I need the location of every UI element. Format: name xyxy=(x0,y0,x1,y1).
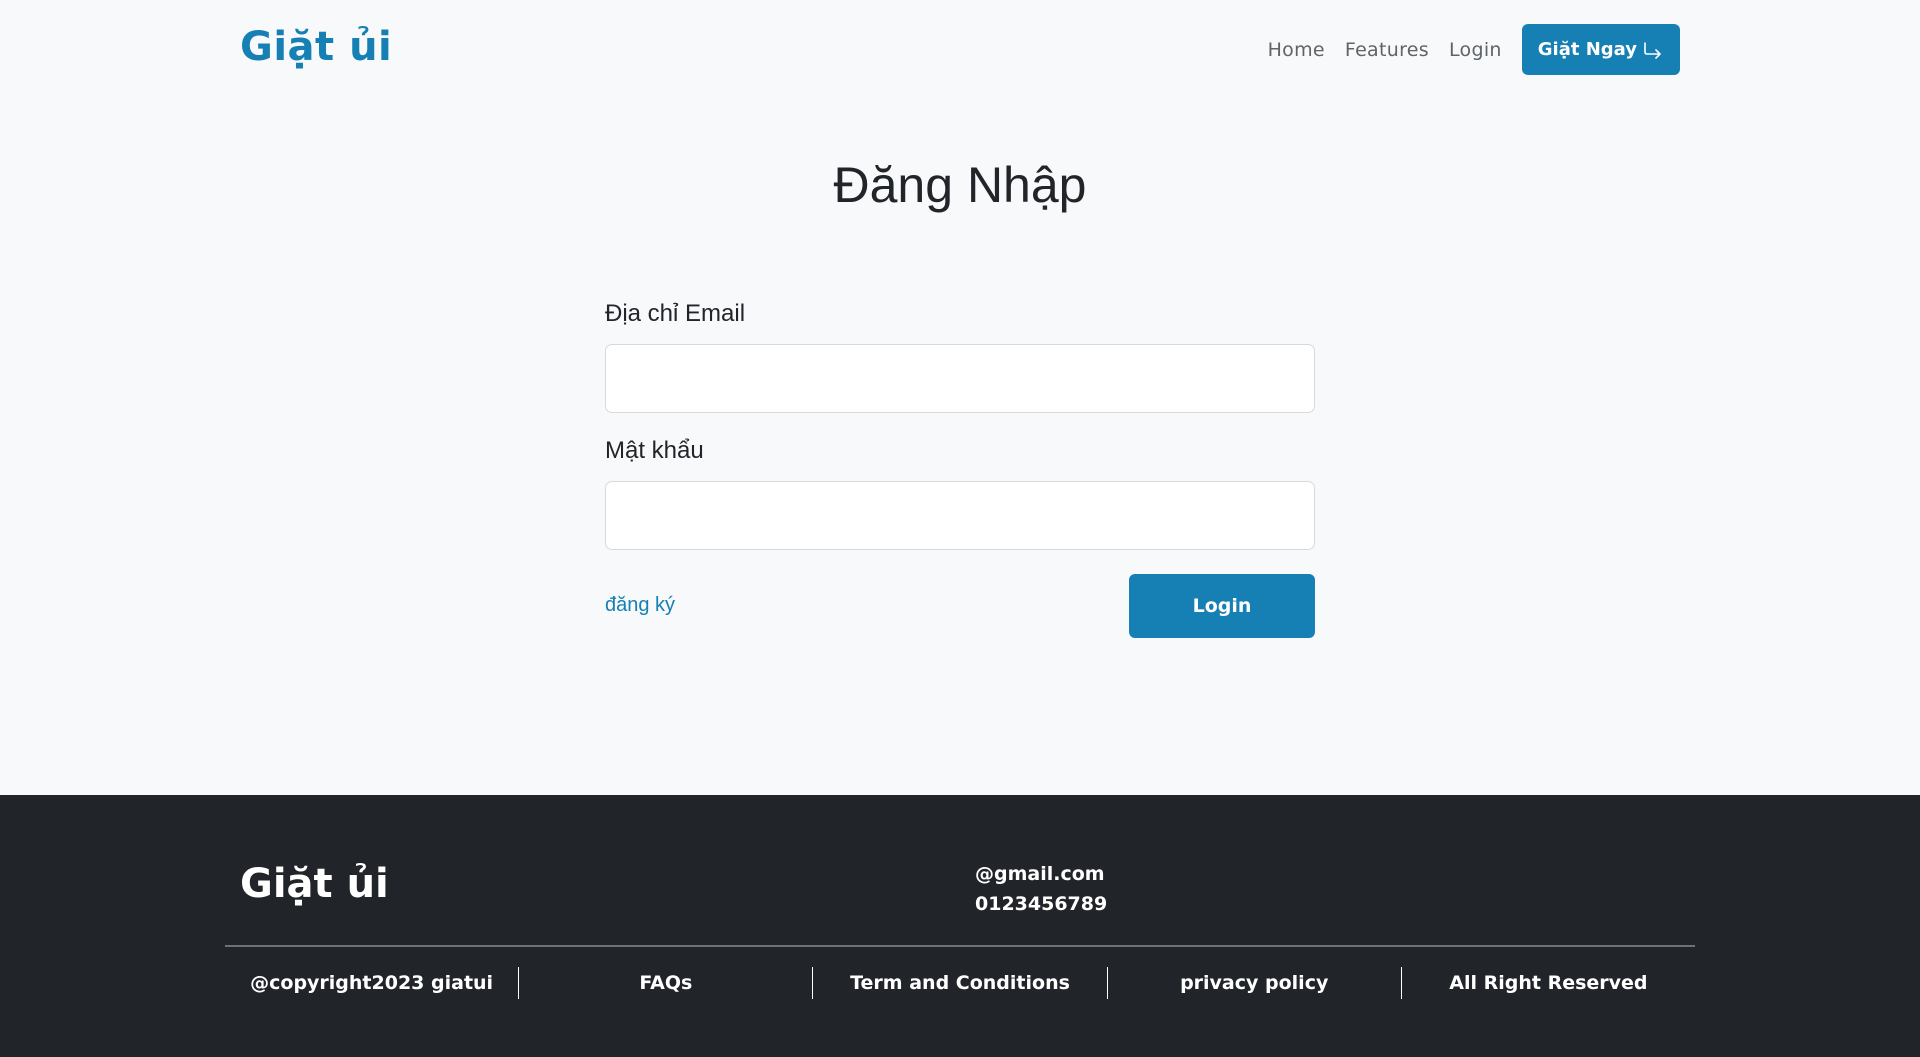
login-form: Địa chỉ Email Mật khẩu đăng ký Login xyxy=(605,300,1315,638)
arrow-return-right-icon xyxy=(1644,41,1661,59)
giat-ngay-label: Giặt Ngay xyxy=(1537,39,1637,60)
email-label: Địa chỉ Email xyxy=(605,300,746,327)
giat-ngay-button[interactable]: Giặt Ngay xyxy=(1521,24,1680,75)
navbar: Giặt ủi Home Features Login Giặt Ngay xyxy=(0,0,1920,102)
footer-brand: Giặt ủi xyxy=(240,861,389,907)
contact-phone: 0123456789 xyxy=(975,893,1108,915)
register-link[interactable]: đăng ký xyxy=(605,594,675,617)
password-field[interactable] xyxy=(605,481,1315,550)
footer-link-copyright[interactable]: @copyright2023 giatui xyxy=(225,967,520,999)
footer-links: @copyright2023 giatui FAQs Term and Cond… xyxy=(225,967,1695,999)
nav-link-login[interactable]: Login xyxy=(1449,39,1502,61)
contact-email: @gmail.com xyxy=(975,863,1105,885)
footer-link-faqs[interactable]: FAQs xyxy=(519,967,814,999)
footer-link-terms[interactable]: Term and Conditions xyxy=(813,967,1108,999)
form-actions: đăng ký Login xyxy=(605,574,1315,638)
footer-link-privacy[interactable]: privacy policy xyxy=(1108,967,1402,999)
nav-menu: Home Features Login Giặt Ngay xyxy=(1268,24,1680,75)
page-title: Đăng Nhập xyxy=(833,157,1087,213)
brand-logo[interactable]: Giặt ủi xyxy=(240,24,392,70)
nav-link-home[interactable]: Home xyxy=(1268,39,1325,61)
footer-link-rights[interactable]: All Right Reserved xyxy=(1402,967,1695,999)
footer: Giặt ủi @gmail.com 0123456789 @copyright… xyxy=(0,795,1920,1057)
nav-link-features[interactable]: Features xyxy=(1345,39,1429,61)
footer-divider xyxy=(225,945,1695,947)
footer-contact: @gmail.com 0123456789 xyxy=(975,859,1107,919)
email-field[interactable] xyxy=(605,344,1315,413)
password-label: Mật khẩu xyxy=(605,437,704,464)
login-button[interactable]: Login xyxy=(1129,574,1315,638)
